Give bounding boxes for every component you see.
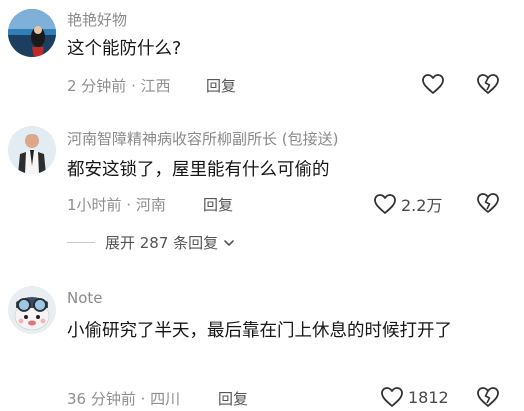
like-count: 2.2万 xyxy=(401,196,443,215)
avatar[interactable] xyxy=(8,286,56,334)
comment-username[interactable]: Note xyxy=(67,289,103,307)
broken-heart-icon xyxy=(477,193,499,213)
expand-replies-label: 展开 287 条回复 xyxy=(105,234,219,252)
comment-username[interactable]: 艳艳好物 xyxy=(67,9,127,30)
like-button[interactable]: 1812 xyxy=(380,386,449,408)
heart-icon xyxy=(374,194,396,214)
comment-username[interactable]: 河南智障精神病收容所柳副所长 (包接送) xyxy=(67,128,338,149)
dislike-button[interactable] xyxy=(476,73,500,95)
like-button[interactable] xyxy=(421,73,449,95)
expand-replies-button[interactable]: 展开 287 条回复 xyxy=(67,232,236,253)
comment-text: 小偷研究了半天，最后靠在门上休息的时候打开了 xyxy=(67,321,452,341)
comment-item: Note 小偷研究了半天，最后靠在门上休息的时候打开了 36 分钟前 · 四川 … xyxy=(0,275,524,411)
dislike-button[interactable] xyxy=(476,192,500,214)
reply-button[interactable]: 回复 xyxy=(218,388,248,409)
avatar[interactable] xyxy=(8,126,56,174)
reply-button[interactable]: 回复 xyxy=(203,194,233,215)
chevron-down-icon xyxy=(224,239,234,246)
like-button[interactable]: 2.2万 xyxy=(373,192,442,216)
comment-time-location: 1小时前 · 河南 xyxy=(67,196,166,214)
reply-button[interactable]: 回复 xyxy=(206,75,236,96)
comment-time-location: 2 分钟前 · 江西 xyxy=(67,77,171,95)
heart-icon xyxy=(381,387,403,407)
comment-item: 艳艳好物 这个能防什么? 2 分钟前 · 江西 回复 xyxy=(0,0,524,110)
divider xyxy=(67,242,95,243)
dislike-button[interactable] xyxy=(476,386,500,408)
comment-text: 都安这锁了，屋里能有什么可偷的 xyxy=(67,160,330,180)
comment-text: 这个能防什么? xyxy=(67,39,182,59)
avatar[interactable] xyxy=(8,9,56,57)
broken-heart-icon xyxy=(477,387,499,407)
broken-heart-icon xyxy=(477,74,499,94)
heart-icon xyxy=(422,74,444,94)
comment-time-location: 36 分钟前 · 四川 xyxy=(67,390,181,408)
like-count: 1812 xyxy=(408,387,449,407)
